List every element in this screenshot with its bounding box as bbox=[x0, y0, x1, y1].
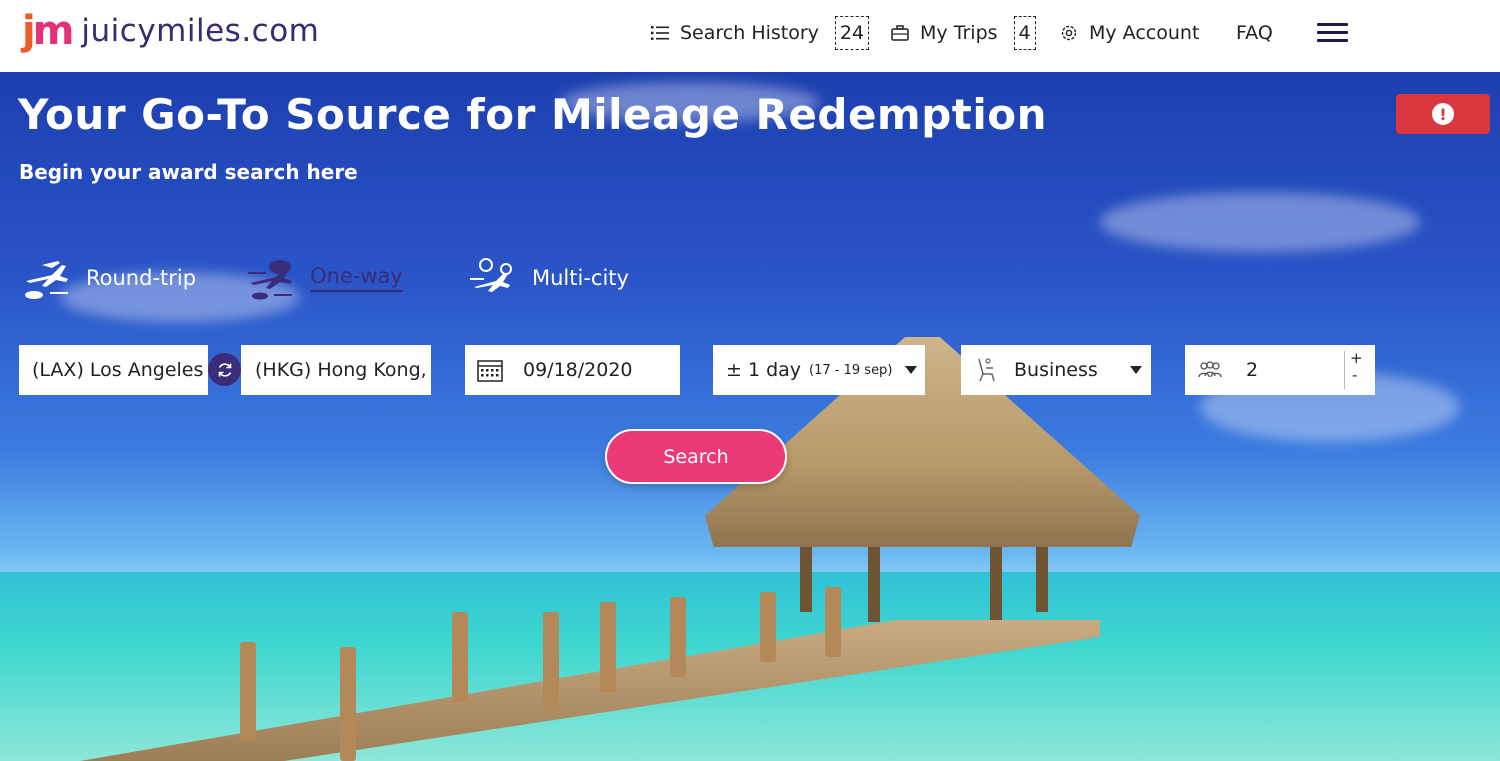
tab-multi-city-label: Multi-city bbox=[532, 266, 629, 290]
tab-round-trip-label: Round-trip bbox=[86, 266, 197, 290]
passengers-increment-button[interactable]: + bbox=[1350, 349, 1363, 367]
date-flex-select[interactable]: ± 1 day (17 - 19 sep) bbox=[713, 345, 925, 395]
top-bar: jm juicymiles.com Search History 24 My T… bbox=[0, 0, 1500, 72]
pier-post bbox=[600, 602, 616, 692]
date-flex-value: ± 1 day bbox=[726, 359, 802, 381]
seat-icon bbox=[978, 358, 995, 382]
destination-field[interactable]: (HKG) Hong Kong, bbox=[241, 345, 431, 395]
origin-value: (LAX) Los Angeles bbox=[32, 359, 204, 381]
hero-title: Your Go-To Source for Mileage Redemption bbox=[18, 90, 1047, 139]
chevron-down-icon bbox=[1130, 366, 1142, 374]
nav-my-account[interactable]: My Account bbox=[1059, 14, 1199, 52]
pier-post bbox=[760, 592, 776, 662]
pier-post bbox=[670, 597, 686, 677]
pier-post bbox=[240, 642, 256, 742]
tab-round-trip[interactable]: Round-trip bbox=[22, 254, 196, 302]
stepper-divider bbox=[1344, 351, 1345, 389]
round-trip-plane-icon bbox=[25, 261, 68, 299]
swap-airports-button[interactable] bbox=[208, 353, 241, 386]
passengers-decrement-button[interactable]: - bbox=[1352, 366, 1357, 384]
tab-one-way[interactable]: One-way bbox=[246, 254, 403, 302]
nav-my-trips[interactable]: My Trips 4 bbox=[890, 14, 1036, 52]
nav-search-history[interactable]: Search History 24 bbox=[650, 14, 870, 52]
search-button[interactable]: Search bbox=[605, 429, 787, 484]
origin-field[interactable]: (LAX) Los Angeles bbox=[19, 345, 208, 395]
multi-city-pin-icon bbox=[470, 258, 512, 292]
pier-post bbox=[340, 647, 356, 761]
nav-my-account-label: My Account bbox=[1089, 22, 1200, 44]
pier-post bbox=[825, 587, 841, 657]
hero-subtitle: Begin your award search here bbox=[19, 160, 358, 184]
list-icon bbox=[651, 26, 669, 40]
date-field[interactable]: 09/18/2020 bbox=[465, 345, 680, 395]
hero: Your Go-To Source for Mileage Redemption… bbox=[0, 72, 1500, 761]
calendar-icon bbox=[477, 360, 503, 382]
nav-search-history-label: Search History bbox=[680, 22, 819, 44]
cloud bbox=[1100, 192, 1420, 252]
date-value: 09/18/2020 bbox=[523, 359, 633, 381]
pier-post bbox=[543, 612, 559, 712]
logo-mark: jm bbox=[22, 8, 74, 54]
swap-icon bbox=[218, 362, 231, 377]
passengers-value: 2 bbox=[1246, 359, 1259, 381]
pier-post bbox=[452, 612, 468, 702]
cabin-value: Business bbox=[1014, 359, 1098, 381]
tab-one-way-label: One-way bbox=[310, 264, 403, 292]
my-trips-count-badge: 4 bbox=[1013, 16, 1036, 50]
destination-value: (HKG) Hong Kong, bbox=[255, 359, 427, 381]
gear-icon bbox=[1061, 25, 1077, 41]
passengers-field[interactable]: 2 + - bbox=[1185, 345, 1375, 395]
tab-multi-city[interactable]: Multi-city bbox=[468, 254, 629, 302]
nav-faq[interactable]: FAQ bbox=[1236, 14, 1273, 52]
alert-icon: ! bbox=[1432, 103, 1454, 125]
logo-text: juicymiles.com bbox=[81, 13, 320, 49]
search-history-count-badge: 24 bbox=[834, 16, 870, 50]
passengers-icon bbox=[1198, 361, 1222, 378]
hamburger-menu-icon[interactable] bbox=[1317, 23, 1348, 43]
chevron-down-icon bbox=[905, 366, 917, 374]
nav-faq-label: FAQ bbox=[1236, 22, 1273, 44]
one-way-plane-icon bbox=[248, 260, 292, 300]
alert-button[interactable]: ! bbox=[1396, 94, 1490, 134]
logo[interactable]: jm juicymiles.com bbox=[22, 8, 319, 54]
date-flex-range: (17 - 19 sep) bbox=[809, 362, 893, 378]
cabin-select[interactable]: Business bbox=[961, 345, 1151, 395]
nav-my-trips-label: My Trips bbox=[920, 22, 998, 44]
briefcase-icon bbox=[891, 25, 909, 41]
